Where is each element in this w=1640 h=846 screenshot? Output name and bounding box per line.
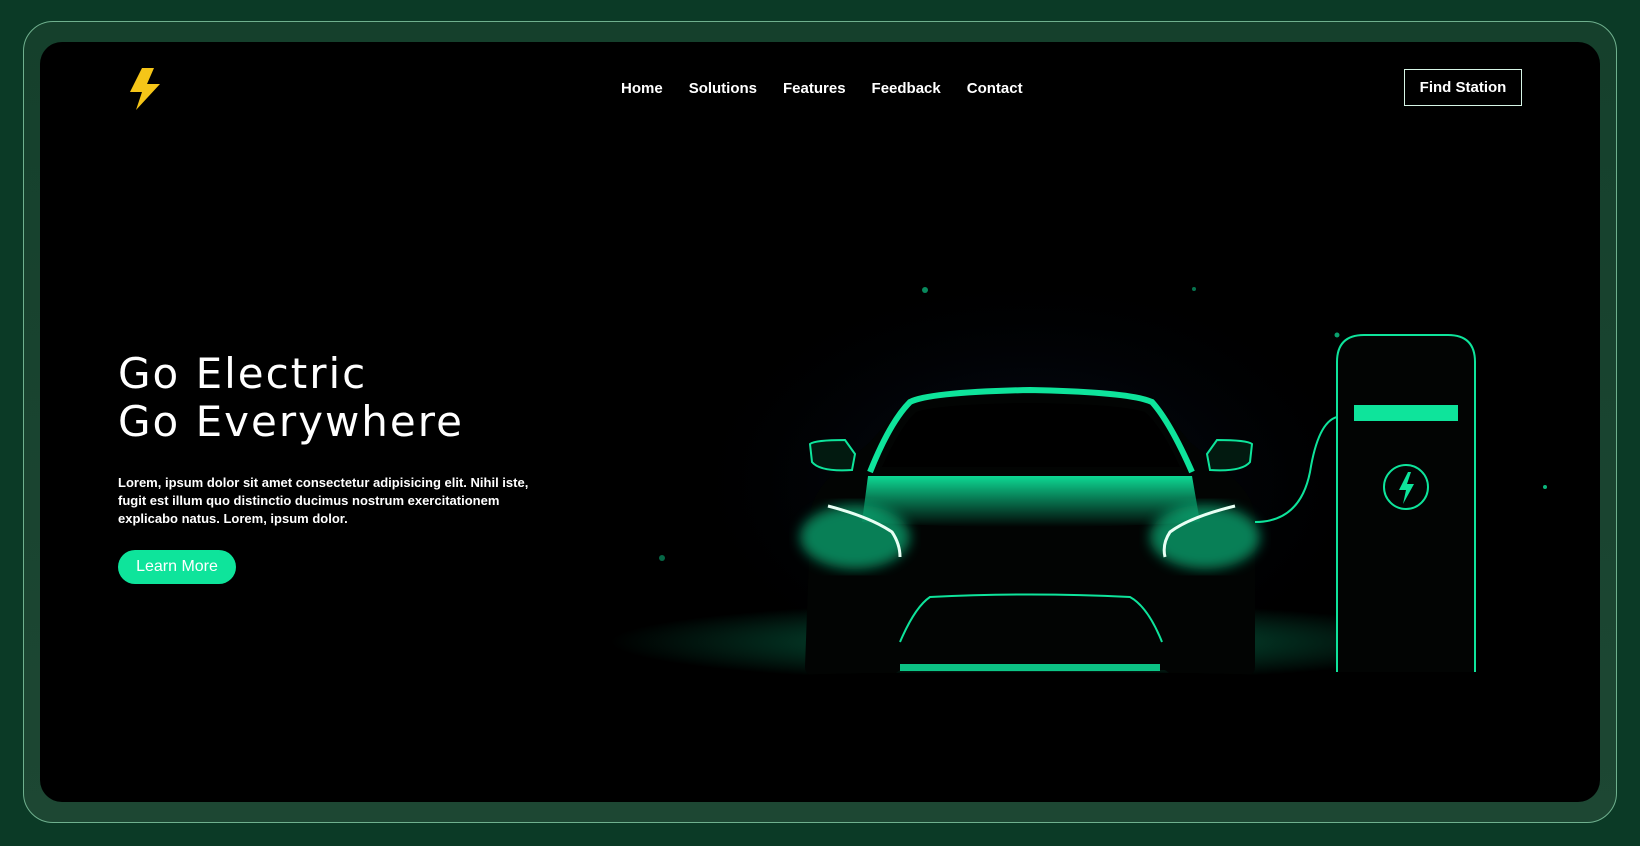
particle: [922, 287, 928, 293]
find-station-button[interactable]: Find Station: [1404, 69, 1522, 106]
particle: [1334, 332, 1340, 338]
learn-more-button[interactable]: Learn More: [118, 550, 236, 584]
nav-features[interactable]: Features: [783, 80, 846, 97]
particle: [1543, 485, 1547, 489]
car-charging-illustration: [610, 262, 1547, 702]
bumper-light: [900, 664, 1160, 671]
hero-description: Lorem, ipsum dolor sit amet consectetur …: [118, 475, 529, 526]
main-nav: Home Solutions Features Feedback Contact: [621, 80, 1023, 97]
station-display: [1354, 405, 1458, 421]
particle: [1192, 287, 1196, 291]
nav-solutions[interactable]: Solutions: [689, 80, 757, 97]
lightning-bolt-icon[interactable]: [128, 68, 162, 110]
hero-title-line-1: Go Electric: [118, 349, 368, 398]
nav-home[interactable]: Home: [621, 80, 663, 97]
nav-contact[interactable]: Contact: [967, 80, 1023, 97]
nav-feedback[interactable]: Feedback: [872, 80, 941, 97]
hero-title: Go Electric Go Everywhere: [118, 350, 464, 446]
particle: [659, 555, 665, 561]
charging-station-icon: [1336, 334, 1476, 672]
hero-title-line-2: Go Everywhere: [118, 397, 464, 446]
landing-page: Home Solutions Features Feedback Contact…: [40, 42, 1600, 802]
